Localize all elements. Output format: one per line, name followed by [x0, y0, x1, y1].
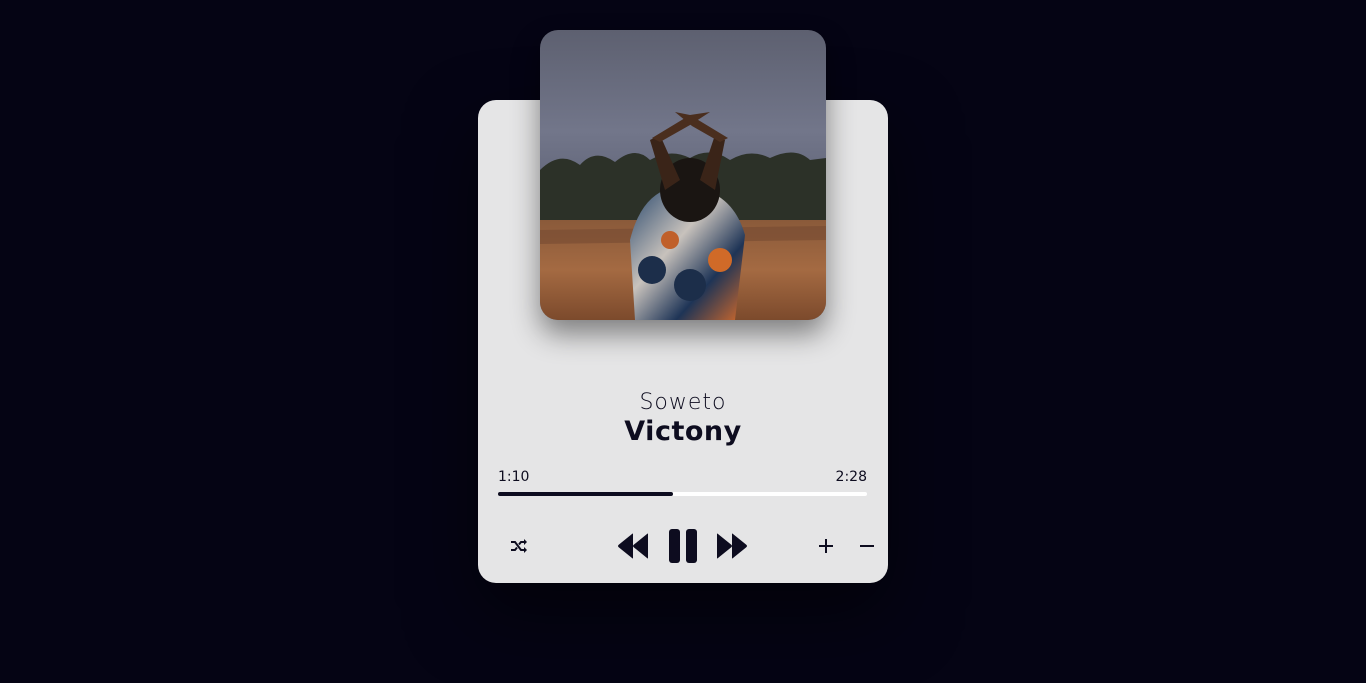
previous-button[interactable] — [616, 532, 650, 560]
volume-down-button[interactable] — [857, 536, 877, 556]
progress-bar[interactable] — [498, 492, 867, 496]
next-button[interactable] — [715, 532, 749, 560]
current-time: 1:10 — [498, 469, 530, 485]
shuffle-button[interactable] — [508, 536, 530, 556]
song-title: Soweto — [639, 390, 727, 415]
plus-icon — [819, 539, 833, 553]
total-time: 2:28 — [835, 469, 867, 485]
progress-fill — [498, 492, 673, 496]
music-player-stage: Soweto Victony 1:10 2:28 — [0, 0, 1366, 683]
minus-icon — [860, 545, 874, 547]
shuffle-icon — [511, 539, 527, 553]
album-cover — [540, 30, 826, 320]
pause-button[interactable] — [666, 528, 700, 564]
artist-name: Victony — [624, 416, 742, 447]
fast-forward-icon — [717, 533, 747, 559]
volume-up-button[interactable] — [816, 536, 836, 556]
pause-icon — [669, 529, 697, 563]
rewind-icon — [618, 533, 648, 559]
album-cover-image — [540, 30, 826, 320]
